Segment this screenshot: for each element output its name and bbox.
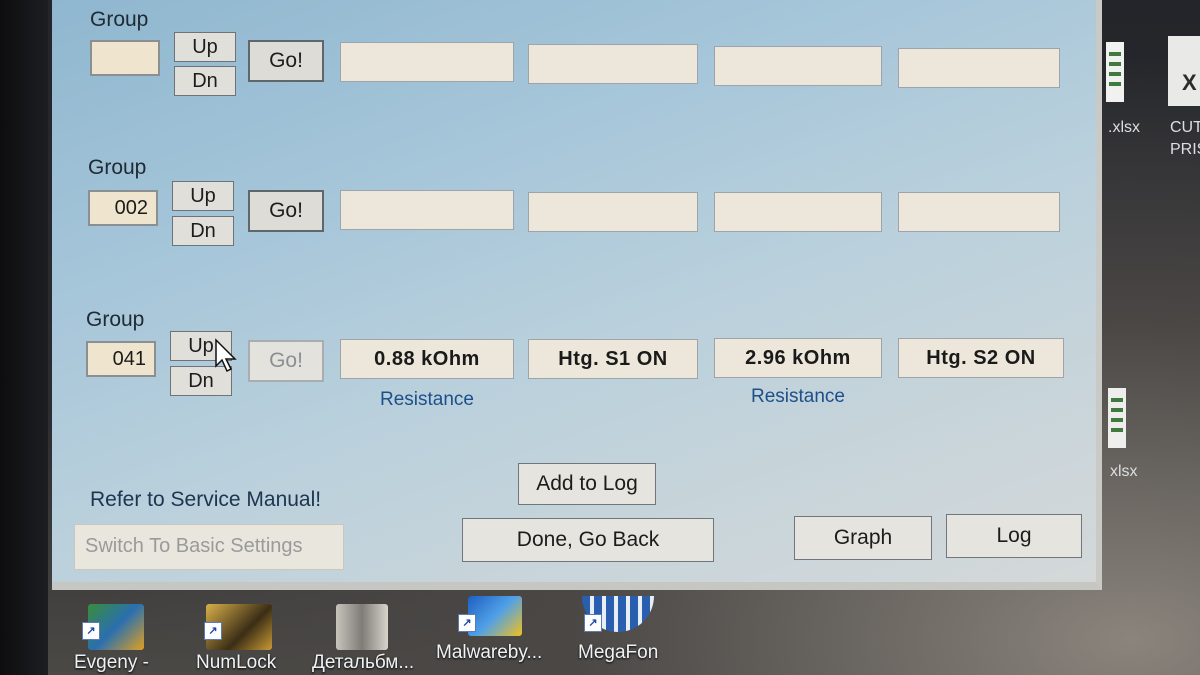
desktop-icon-label: Детальбм... xyxy=(312,652,415,673)
shortcut-arrow-icon: ↗ xyxy=(82,622,100,640)
excel-file-icon[interactable]: X xyxy=(1168,36,1200,111)
readout-field xyxy=(714,192,882,232)
log-button[interactable]: Log xyxy=(946,514,1082,558)
group-up-button[interactable]: Up xyxy=(172,181,234,211)
desktop-file-label[interactable]: .xlsx xyxy=(1108,118,1140,138)
go-button[interactable]: Go! xyxy=(248,40,324,82)
group-label: Group xyxy=(88,156,147,179)
readout-field xyxy=(898,48,1060,88)
shortcut-arrow-icon: ↗ xyxy=(204,622,222,640)
group-down-button[interactable]: Dn xyxy=(174,66,236,96)
folder-shortcut-icon xyxy=(336,604,388,650)
service-tool-window: Group Up Dn Go! Group 002 Up Dn Go! Grou… xyxy=(52,0,1102,590)
service-manual-note: Refer to Service Manual! xyxy=(90,488,322,511)
malwarebytes-shortcut-icon xyxy=(468,596,522,636)
add-to-log-button[interactable]: Add to Log xyxy=(518,463,656,505)
group-number-field[interactable] xyxy=(90,40,160,76)
excel-file-icon[interactable] xyxy=(1108,388,1126,453)
desktop-shortcut-numlock[interactable]: ↗ NumLock xyxy=(192,604,292,674)
graph-button[interactable]: Graph xyxy=(794,516,932,560)
svg-text:X: X xyxy=(1182,70,1197,95)
shortcut-arrow-icon: ↗ xyxy=(584,614,602,632)
shortcut-arrow-icon: ↗ xyxy=(458,614,476,632)
resistance-caption: Resistance xyxy=(380,389,474,410)
go-button[interactable]: Go! xyxy=(248,340,324,382)
resistance-readout-1: 0.88 kOhm xyxy=(340,339,514,379)
desktop-file-label[interactable]: CUT xyxy=(1170,118,1200,138)
desktop-icon-label: MegaFon xyxy=(578,642,659,663)
readout-field xyxy=(528,44,698,84)
go-button[interactable]: Go! xyxy=(248,190,324,232)
group-down-button[interactable]: Dn xyxy=(172,216,234,246)
resistance-caption: Resistance xyxy=(751,386,845,407)
switch-to-basic-settings-button[interactable]: Switch To Basic Settings xyxy=(74,524,344,570)
desktop-shortcut-megafon[interactable]: ↗ MegaFon xyxy=(572,596,672,672)
mouse-cursor-icon xyxy=(215,338,237,373)
desktop-icon-label: NumLock xyxy=(196,652,277,673)
monitor-bezel xyxy=(0,0,48,675)
desktop-file-label[interactable]: xlsx xyxy=(1110,462,1138,482)
heating-status-s2: Htg. S2 ON xyxy=(898,338,1064,378)
excel-file-icon[interactable] xyxy=(1106,42,1124,107)
group-label: Group xyxy=(86,308,145,331)
desktop-shortcut-malwarebytes[interactable]: ↗ Malwareby... xyxy=(434,596,554,672)
group-label: Group xyxy=(90,8,149,31)
desktop-shortcut-folder[interactable]: Детальбм... xyxy=(310,604,420,674)
group-number-field[interactable]: 002 xyxy=(88,190,158,226)
resistance-readout-2: 2.96 kOhm xyxy=(714,338,882,378)
readout-field xyxy=(528,192,698,232)
desktop-file-label[interactable]: PRIS xyxy=(1170,140,1200,160)
readout-field xyxy=(714,46,882,86)
desktop-icon-label: Malwareby... xyxy=(436,642,543,663)
desktop-icon-label: Evgeny - xyxy=(74,652,149,673)
readout-field xyxy=(898,192,1060,232)
done-go-back-button[interactable]: Done, Go Back xyxy=(462,518,714,562)
group-number-field[interactable]: 041 xyxy=(86,341,156,377)
group-up-button[interactable]: Up xyxy=(174,32,236,62)
readout-field xyxy=(340,42,514,82)
readout-field xyxy=(340,190,514,230)
heating-status-s1: Htg. S1 ON xyxy=(528,339,698,379)
desktop-shortcut-evgeny[interactable]: ↗ Evgeny - xyxy=(72,604,162,674)
